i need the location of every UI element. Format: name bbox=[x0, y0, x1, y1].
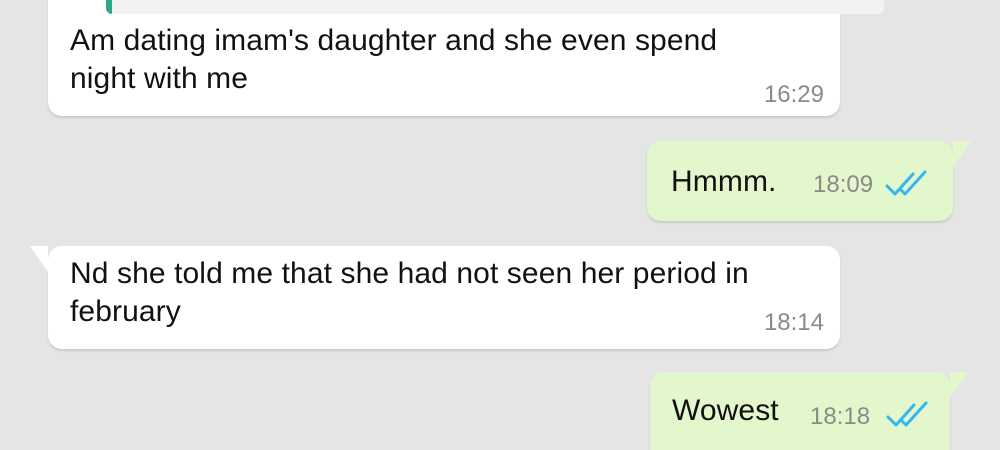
double-check-icon bbox=[886, 401, 928, 427]
message-bubble-incoming[interactable]: Am dating imam's daughter and she even s… bbox=[48, 0, 884, 116]
message-text: Nd she told me that she had not seen her… bbox=[70, 257, 749, 328]
chat-conversation: Am dating imam's daughter and she even s… bbox=[0, 0, 1000, 450]
message-bubble-incoming[interactable]: Nd she told me that she had not seen her… bbox=[30, 246, 840, 349]
message-timestamp: 18:09 bbox=[813, 171, 874, 198]
double-check-icon bbox=[885, 170, 927, 196]
message-bubble-outgoing[interactable]: Wowest 18:18 bbox=[650, 372, 968, 450]
message-text: Wowest bbox=[672, 394, 779, 427]
message-bubble-outgoing[interactable]: Hmmm. 18:09 bbox=[647, 141, 971, 221]
message-timestamp: 16:29 bbox=[763, 81, 824, 108]
message-timestamp: 18:18 bbox=[810, 403, 871, 430]
message-text: Hmmm. bbox=[671, 165, 777, 198]
message-timestamp: 18:14 bbox=[763, 309, 824, 336]
quoted-message[interactable] bbox=[106, 0, 884, 14]
message-text: Am dating imam's daughter and she even s… bbox=[70, 24, 718, 95]
